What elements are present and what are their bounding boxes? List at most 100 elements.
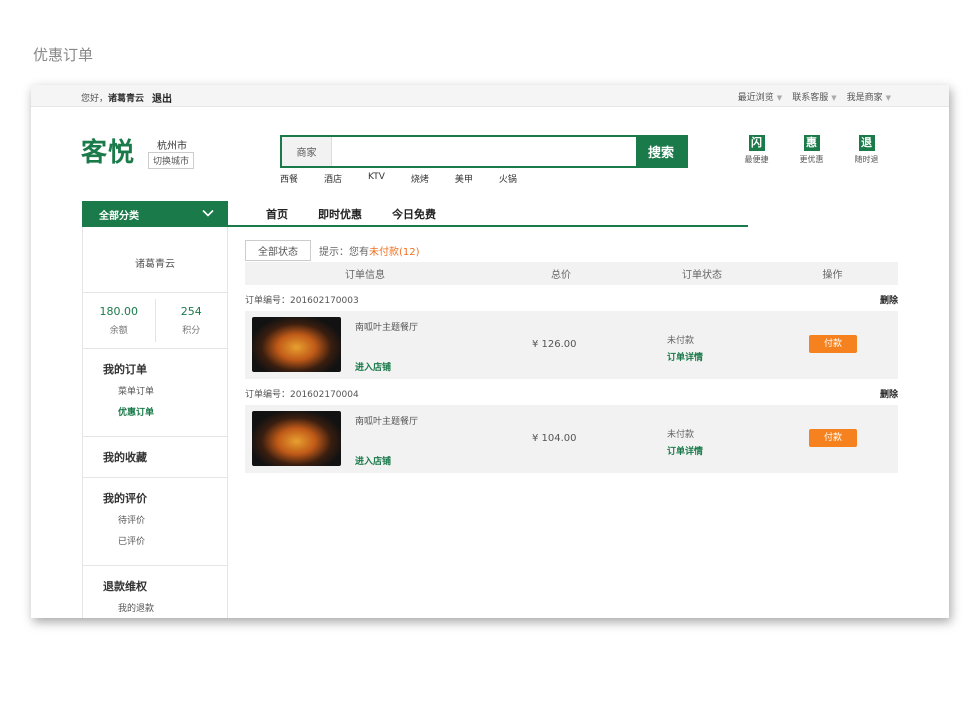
sidebar-username: 诸葛青云 [83, 227, 227, 293]
site-logo[interactable]: 客悦 [81, 132, 135, 169]
nav-item-instant-deals[interactable]: 即时优惠 [318, 201, 362, 225]
hotword-link[interactable]: 火锅 [499, 172, 517, 185]
refund-badge-icon: 退 [858, 135, 875, 151]
enter-shop-link[interactable]: 进入店铺 [355, 454, 391, 467]
main-nav: 首页 即时优惠 今日免费 [228, 201, 748, 227]
sidebar-heading-my-orders[interactable]: 我的订单 [103, 361, 227, 377]
column-header-action: 操作 [822, 270, 843, 281]
sidebar-item-pending-review[interactable]: 待评价 [103, 513, 227, 526]
sidebar-section-orders: 我的订单 菜单订单 优惠订单 [83, 349, 227, 437]
sidebar-item-discount-orders[interactable]: 优惠订单 [103, 405, 227, 418]
delete-order-button[interactable]: 删除 [880, 293, 898, 307]
nav-item-home[interactable]: 首页 [266, 201, 288, 225]
customer-service-label: 联系客服 [792, 93, 829, 103]
order-detail-link[interactable]: 订单详情 [667, 350, 703, 363]
badge-fast: 闪 最便捷 [737, 135, 776, 165]
caret-down-icon: ▼ [776, 94, 783, 102]
search-button[interactable]: 搜索 [636, 137, 686, 166]
balance-label: 余额 [109, 326, 128, 336]
search-category-select[interactable]: 商家 [282, 137, 332, 166]
switch-city-button[interactable]: 切换城市 [148, 152, 195, 169]
column-header-order-info: 订单信息 [345, 270, 385, 281]
delete-order-button[interactable]: 删除 [880, 387, 898, 401]
order-number: 订单编号：201602170003 [245, 296, 359, 306]
pay-button[interactable]: 付款 [809, 429, 857, 447]
order-detail-link[interactable]: 订单详情 [667, 444, 703, 457]
app-window: 您好，诸葛青云 退出 最近浏览 ▼ 联系客服 ▼ 我是商家 ▼ 客悦 杭州市 切换城市… [31, 85, 949, 618]
current-city: 杭州市 [157, 141, 187, 152]
order-status: 未付款 [667, 430, 695, 440]
order-row: 订单编号：201602170003 删除 南呱叶主题餐厅 进入店铺 ¥ 126.… [245, 293, 898, 379]
badge-label: 最便捷 [744, 155, 769, 164]
badge-label: 更优惠 [799, 155, 824, 164]
shop-name[interactable]: 南呱叶主题餐厅 [355, 320, 418, 333]
sidebar-heading-my-favorites[interactable]: 我的收藏 [103, 449, 227, 465]
order-total: ¥ 126.00 [532, 339, 577, 350]
caret-down-icon: ▼ [831, 94, 837, 102]
sidebar-section-refunds: 退款维权 我的退款 [83, 566, 227, 618]
username[interactable]: 诸葛青云 [108, 94, 144, 104]
sidebar-item-menu-orders[interactable]: 菜单订单 [103, 384, 227, 397]
hotword-link[interactable]: KTV [368, 172, 385, 185]
order-header: 订单编号：201602170004 删除 [245, 387, 898, 401]
discount-badge-icon: 惠 [803, 135, 820, 151]
recent-browse-link[interactable]: 最近浏览 ▼ [738, 90, 782, 103]
hotword-link[interactable]: 烧烤 [411, 172, 429, 185]
column-header-status: 订单状态 [682, 270, 722, 281]
hotword-link[interactable]: 美甲 [455, 172, 473, 185]
sidebar-item-my-refunds[interactable]: 我的退款 [103, 601, 227, 614]
logout-link[interactable]: 退出 [152, 90, 172, 105]
nav-item-today-free[interactable]: 今日免费 [392, 201, 436, 225]
caret-down-icon: ▼ [885, 94, 891, 102]
badge-discount: 惠 更优惠 [792, 135, 831, 165]
all-categories-label: 全部分类 [99, 211, 139, 222]
sidebar-heading-refunds[interactable]: 退款维权 [103, 578, 227, 594]
orders-panel: 全部状态 提示：您有未付款(12) 订单信息 总价 订单状态 操作 订单编号：2… [245, 240, 898, 473]
balance-value: 180.00 [99, 305, 139, 318]
points-value: 254 [180, 305, 202, 318]
pay-button[interactable]: 付款 [809, 335, 857, 353]
enter-shop-link[interactable]: 进入店铺 [355, 360, 391, 373]
order-header: 订单编号：201602170003 删除 [245, 293, 898, 307]
merchant-label: 我是商家 [846, 93, 883, 103]
search-box: 商家 搜索 [280, 135, 688, 168]
points-label: 积分 [182, 326, 201, 336]
recent-browse-label: 最近浏览 [737, 93, 774, 103]
orders-table-header: 订单信息 总价 订单状态 操作 [245, 262, 898, 285]
filter-row: 全部状态 提示：您有未付款(12) [245, 240, 898, 261]
order-body: 南呱叶主题餐厅 进入店铺 ¥ 104.00 未付款 订单详情 付款 [245, 405, 898, 473]
search-input[interactable] [332, 137, 636, 166]
unpaid-tip: 提示：您有未付款(12) [319, 243, 420, 258]
unpaid-count-link[interactable]: 未付款(12) [369, 247, 420, 258]
greeting-prefix: 您好， [81, 94, 109, 104]
greeting: 您好，诸葛青云 [81, 91, 144, 104]
service-badges: 闪 最便捷 惠 更优惠 退 随时退 [737, 135, 886, 165]
sidebar-section-reviews: 我的评价 待评价 已评价 [83, 478, 227, 566]
badge-label: 随时退 [854, 155, 879, 164]
hotword-link[interactable]: 酒店 [324, 172, 342, 185]
balance-stat: 180.00 余额 [83, 299, 156, 342]
sidebar-heading-my-reviews[interactable]: 我的评价 [103, 490, 227, 506]
sidebar-item-reviewed[interactable]: 已评价 [103, 534, 227, 547]
status-filter-select[interactable]: 全部状态 [245, 240, 311, 261]
hotword-link[interactable]: 西餐 [280, 172, 298, 185]
customer-service-link[interactable]: 联系客服 ▼ [792, 90, 836, 103]
user-sidebar: 诸葛青云 180.00 余额 254 积分 我的订单 菜单订单 优惠订单 我的收… [82, 227, 228, 618]
badge-refund: 退 随时退 [847, 135, 886, 165]
page-caption: 优惠订单 [33, 46, 94, 64]
order-body: 南呱叶主题餐厅 进入店铺 ¥ 126.00 未付款 订单详情 付款 [245, 311, 898, 379]
dish-thumbnail[interactable] [252, 411, 341, 466]
account-stats: 180.00 余额 254 积分 [83, 293, 227, 349]
shop-name[interactable]: 南呱叶主题餐厅 [355, 414, 418, 427]
points-stat: 254 积分 [156, 293, 228, 348]
merchant-link[interactable]: 我是商家 ▼ [847, 90, 891, 103]
order-number: 订单编号：201602170004 [245, 390, 359, 400]
all-categories-dropdown[interactable]: 全部分类 [82, 201, 228, 227]
fast-badge-icon: 闪 [748, 135, 765, 151]
sidebar-section-favorites: 我的收藏 [83, 437, 227, 478]
order-total: ¥ 104.00 [532, 433, 577, 444]
top-links: 最近浏览 ▼ 联系客服 ▼ 我是商家 ▼ [738, 90, 891, 103]
chevron-down-icon [202, 209, 214, 217]
dish-thumbnail[interactable] [252, 317, 341, 372]
order-row: 订单编号：201602170004 删除 南呱叶主题餐厅 进入店铺 ¥ 104.… [245, 387, 898, 473]
